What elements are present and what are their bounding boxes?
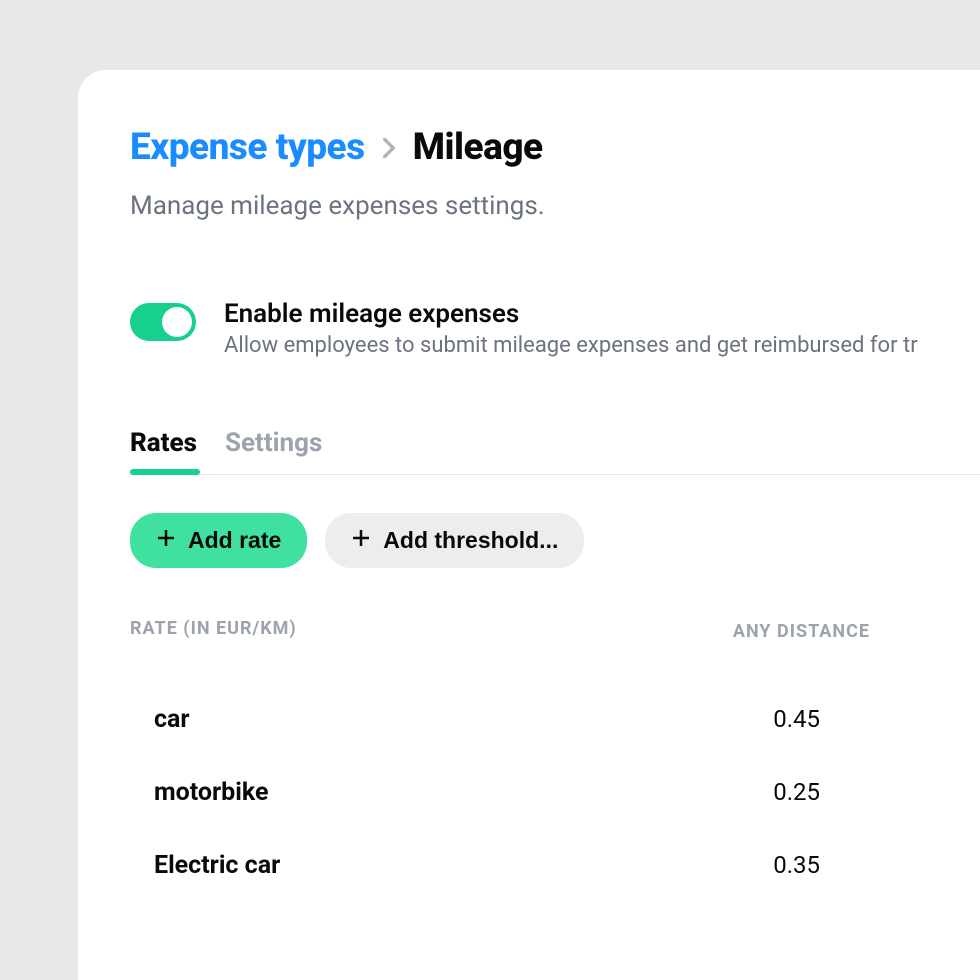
- tabs: Rates Settings: [130, 428, 980, 475]
- toggle-knob: [162, 307, 192, 337]
- chevron-right-icon: [383, 138, 395, 158]
- rate-value: 0.25: [773, 778, 820, 806]
- plus-icon: [156, 527, 176, 554]
- rates-list: car 0.45 motorbike 0.25 Electric car 0.3…: [130, 705, 980, 880]
- breadcrumb-parent-link[interactable]: Expense types: [130, 126, 365, 169]
- table-row[interactable]: car 0.45: [154, 705, 980, 734]
- rate-name: Electric car: [154, 851, 280, 880]
- tab-settings[interactable]: Settings: [225, 428, 322, 474]
- add-rate-button[interactable]: Add rate: [130, 513, 307, 568]
- breadcrumb: Expense types Mileage: [130, 126, 980, 169]
- settings-card: Expense types Mileage Manage mileage exp…: [78, 70, 980, 980]
- plus-icon: [351, 527, 371, 554]
- action-buttons: Add rate Add threshold...: [130, 513, 980, 568]
- toggle-labels: Enable mileage expenses Allow employees …: [224, 299, 980, 358]
- toggle-description: Allow employees to submit mileage expens…: [224, 333, 980, 358]
- breadcrumb-current: Mileage: [413, 126, 543, 169]
- table-row[interactable]: Electric car 0.35: [154, 851, 980, 880]
- rate-value: 0.35: [773, 851, 820, 879]
- add-rate-label: Add rate: [188, 527, 281, 554]
- column-header-rate: RATE (IN EUR/KM): [130, 618, 297, 647]
- enable-mileage-toggle[interactable]: [130, 303, 196, 341]
- enable-mileage-row: Enable mileage expenses Allow employees …: [130, 299, 980, 358]
- rate-name: car: [154, 705, 190, 734]
- table-header: RATE (IN EUR/KM) ANY DISTANCE: [130, 618, 980, 647]
- add-threshold-button[interactable]: Add threshold...: [325, 513, 584, 568]
- rate-value: 0.45: [773, 705, 820, 733]
- toggle-title: Enable mileage expenses: [224, 299, 980, 329]
- tab-rates[interactable]: Rates: [130, 428, 197, 474]
- rate-name: motorbike: [154, 778, 268, 807]
- page-subtitle: Manage mileage expenses settings.: [130, 191, 980, 221]
- add-threshold-label: Add threshold...: [383, 527, 558, 554]
- column-header-distance: ANY DISTANCE: [733, 618, 870, 647]
- table-row[interactable]: motorbike 0.25: [154, 778, 980, 807]
